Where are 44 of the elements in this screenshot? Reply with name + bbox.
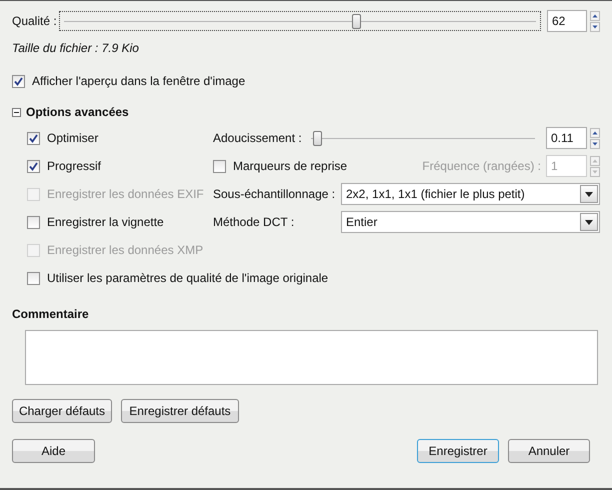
dialog-button[interactable]: Enregistrer [417,439,499,463]
dropdown[interactable]: 2x2, 1x1, 1x1 (fichier le plus petit) [341,183,600,205]
section-heading: Options avancées [26,105,129,119]
quality-label: Qualité : [12,14,57,28]
checkbox[interactable] [213,160,226,172]
checkbox[interactable] [27,272,40,284]
checkbox-label: Enregistrer les données XMP [47,243,204,257]
spin-down-icon[interactable] [590,22,600,32]
caret-icon [585,192,593,196]
comment-label: Commentaire [12,307,89,321]
dropdown[interactable]: Entier [341,211,600,233]
select-label: Méthode DCT : [213,215,296,229]
slider-thumb[interactable] [313,131,322,146]
select-label: Sous-échantillonnage : [213,187,336,201]
spin-up-icon[interactable] [590,128,600,138]
spin-up-icon[interactable] [590,10,600,20]
checkbox-label: Enregistrer les données EXIF [47,187,204,201]
checkbox-label: Enregistrer la vignette [47,215,164,229]
checkmark-icon [29,162,38,170]
checkbox[interactable] [12,74,25,88]
defaults-button[interactable]: Charger défauts [12,399,112,423]
defaults-button[interactable]: Enregistrer défauts [121,399,239,423]
collapse-icon[interactable] [12,108,21,116]
spin-label: Fréquence (rangées) : [422,159,541,173]
checkbox-label: Optimiser [47,131,98,145]
checkbox-label: Afficher l'aperçu dans la fenêtre d'image [32,74,246,88]
slider-thumb[interactable] [352,14,362,29]
help-button[interactable]: Aide [12,439,95,463]
checkmark-icon [29,134,38,142]
checkbox-label: Marqueurs de reprise [233,159,348,173]
checkmark-icon [14,76,23,86]
number-field[interactable]: 0.11 [546,127,587,149]
checkbox[interactable] [27,132,40,144]
checkbox[interactable] [27,160,40,172]
dialog-button[interactable]: Annuler [508,439,590,463]
slider-label: Adoucissement : [213,131,302,145]
file-size-text: Taille du fichier : 7.9 Kio [12,41,139,55]
spin-down-icon[interactable] [590,138,600,148]
checkbox-label: Progressif [47,159,102,173]
checkbox[interactable] [27,216,40,228]
number-field[interactable]: 62 [547,10,587,32]
caret-icon [585,220,593,224]
checkbox-label: Utiliser les paramètres de qualité de l'image originale [47,271,328,285]
comment-field[interactable] [25,330,598,385]
